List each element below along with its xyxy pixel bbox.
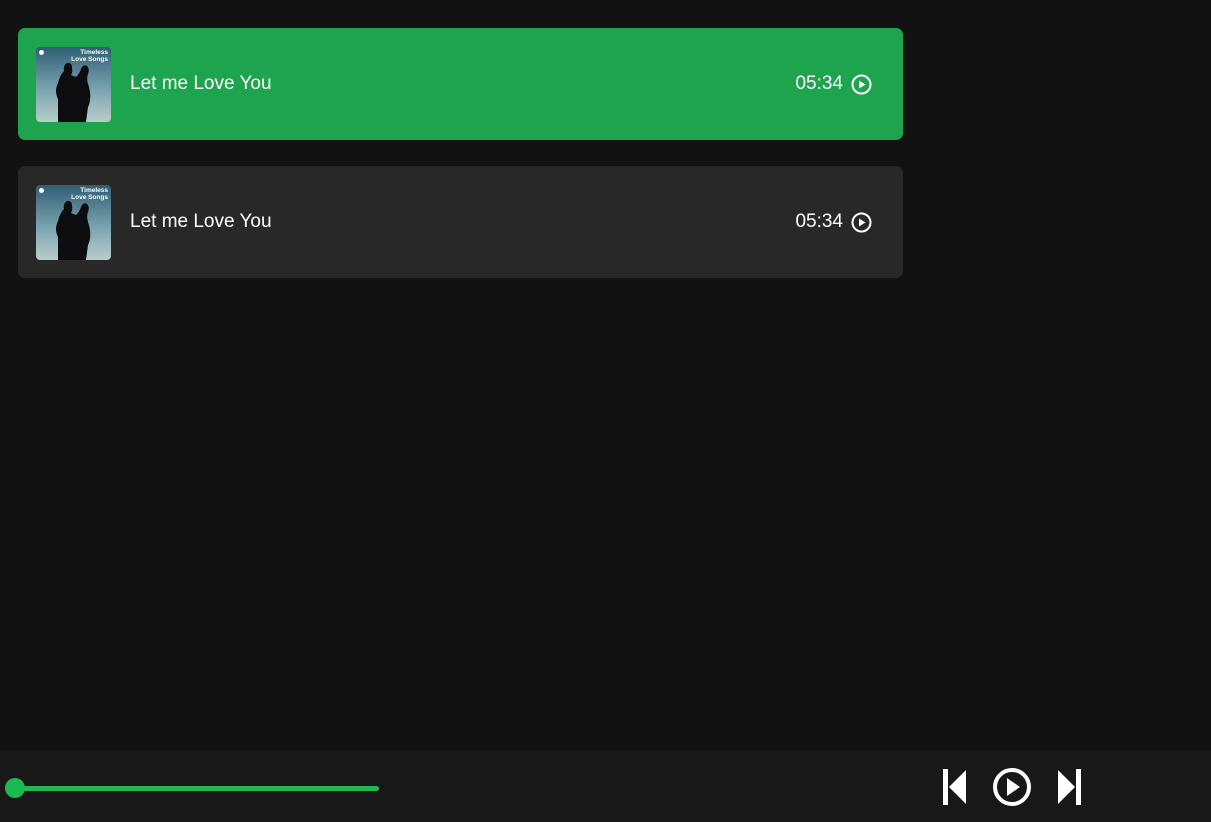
playback-controls	[939, 767, 1085, 812]
song-card[interactable]: Timeless Love Songs Let me Love You 05:3…	[18, 166, 903, 278]
brand-logo-icon	[39, 187, 44, 193]
play-circle-icon[interactable]	[851, 212, 872, 233]
progress-thumb[interactable]	[5, 778, 25, 798]
cover-line-2: Love Songs	[71, 55, 108, 63]
previous-icon[interactable]	[939, 767, 969, 812]
play-circle-icon[interactable]	[851, 74, 872, 95]
player-bar	[0, 750, 1211, 822]
play-circle-icon[interactable]	[992, 767, 1032, 812]
song-list: Timeless Love Songs Let me Love You 05:3…	[18, 28, 903, 304]
song-duration: 05:34	[795, 211, 843, 232]
cover-line-2: Love Songs	[71, 193, 108, 201]
cover-line-1: Timeless	[80, 48, 108, 56]
song-card[interactable]: Timeless Love Songs Let me Love You 05:3…	[18, 28, 903, 140]
album-cover: Timeless Love Songs	[36, 184, 111, 260]
album-cover: Timeless Love Songs	[36, 46, 111, 122]
song-title: Let me Love You	[130, 73, 272, 94]
cover-text: Timeless Love Songs	[71, 49, 108, 63]
song-duration: 05:34	[795, 73, 843, 94]
next-icon[interactable]	[1055, 767, 1085, 812]
brand-logo-icon	[39, 49, 44, 55]
song-title: Let me Love You	[130, 211, 272, 232]
cover-text: Timeless Love Songs	[71, 187, 108, 201]
cover-line-1: Timeless	[80, 186, 108, 194]
progress-bar[interactable]	[12, 786, 379, 791]
